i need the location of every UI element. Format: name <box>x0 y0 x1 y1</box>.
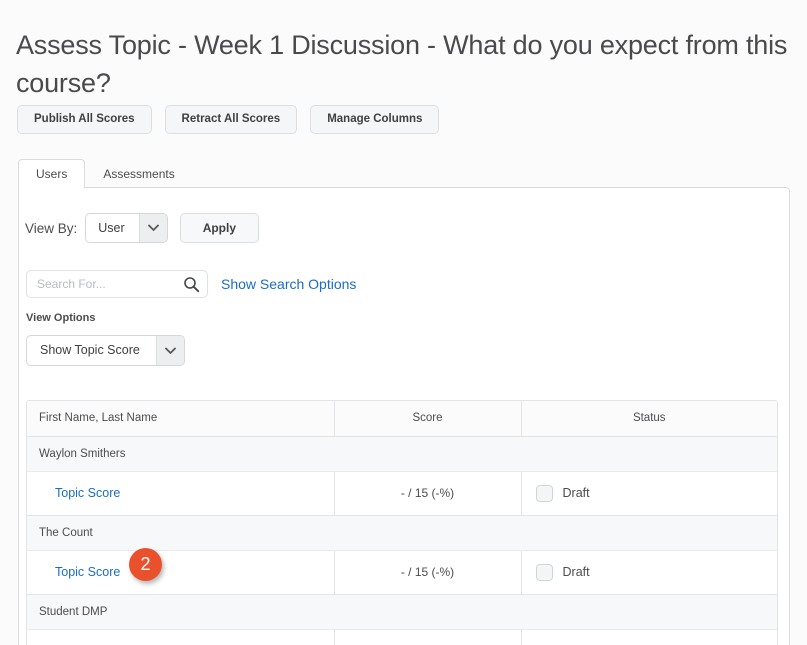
tab-assessments[interactable]: Assessments <box>85 159 192 188</box>
group-row: Waylon Smithers <box>27 436 777 472</box>
topic-score-link[interactable]: Topic Score <box>55 565 120 579</box>
table-row-partial <box>27 629 777 645</box>
table-header-row: First Name, Last Name Score Status <box>27 401 777 437</box>
view-by-select-value: User <box>98 221 125 235</box>
cell-status: Draft <box>521 471 777 516</box>
cell-score: - / 15 (-%) <box>334 550 522 595</box>
search-icon[interactable] <box>183 276 200 293</box>
cell-status <box>521 629 777 645</box>
column-header-name: First Name, Last Name <box>27 401 335 437</box>
column-header-score: Score <box>334 401 522 437</box>
cell-score <box>334 629 522 645</box>
search-input[interactable] <box>27 271 207 297</box>
show-search-options-link[interactable]: Show Search Options <box>221 276 356 292</box>
apply-button[interactable]: Apply <box>179 213 260 243</box>
group-row-name: Waylon Smithers <box>27 436 777 472</box>
tab-users[interactable]: Users <box>18 159 86 189</box>
table-row: Topic Score - / 15 (-%) Draft <box>27 471 777 516</box>
tab-panel-users: View By: User Apply Search For... Show S… <box>18 187 790 645</box>
cell-score: - / 15 (-%) <box>334 471 522 516</box>
topic-score-link[interactable]: Topic Score <box>55 486 120 500</box>
view-by-row: View By: User Apply <box>25 213 260 243</box>
cell-name: Topic Score <box>27 550 335 595</box>
search-row: Show Search Options <box>26 270 356 298</box>
draft-checkbox[interactable] <box>535 563 553 581</box>
status-badge: Draft <box>562 565 590 579</box>
table-row: Topic Score - / 15 (-%) Draft <box>27 550 777 595</box>
cell-name <box>27 629 335 645</box>
page-root: Assess Topic - Week 1 Discussion - What … <box>0 0 807 645</box>
view-by-label: View By: <box>25 220 78 236</box>
tab-bar: Users Assessments <box>18 159 193 189</box>
search-box[interactable] <box>26 270 208 298</box>
view-options-label: View Options <box>26 312 96 324</box>
cell-status: Draft <box>521 550 777 595</box>
column-header-status: Status <box>521 401 777 437</box>
group-row-name: Student DMP <box>27 594 777 630</box>
cell-name: Topic Score <box>27 471 335 516</box>
grade-table: First Name, Last Name Score Status Waylo… <box>27 401 777 645</box>
publish-all-scores-button[interactable]: Publish All Scores <box>17 105 152 134</box>
retract-all-scores-button[interactable]: Retract All Scores <box>164 105 298 134</box>
status-badge: Draft <box>562 486 590 500</box>
view-options-select-wrap: Show Topic Score <box>26 335 185 366</box>
chevron-down-icon <box>155 336 184 365</box>
chevron-down-icon <box>138 214 167 242</box>
view-by-select[interactable]: User <box>85 213 168 243</box>
view-options-select-value: Show Topic Score <box>40 343 140 357</box>
group-row-name: The Count <box>27 515 777 551</box>
view-options-select[interactable]: Show Topic Score <box>26 335 185 366</box>
group-row: The Count <box>27 515 777 551</box>
action-toolbar: Publish All Scores Retract All Scores Ma… <box>17 105 440 134</box>
manage-columns-button[interactable]: Manage Columns <box>310 105 440 134</box>
page-title: Assess Topic - Week 1 Discussion - What … <box>16 30 788 99</box>
draft-checkbox[interactable] <box>535 484 553 502</box>
group-row: Student DMP <box>27 594 777 630</box>
grade-table-wrap: First Name, Last Name Score Status Waylo… <box>26 400 778 645</box>
